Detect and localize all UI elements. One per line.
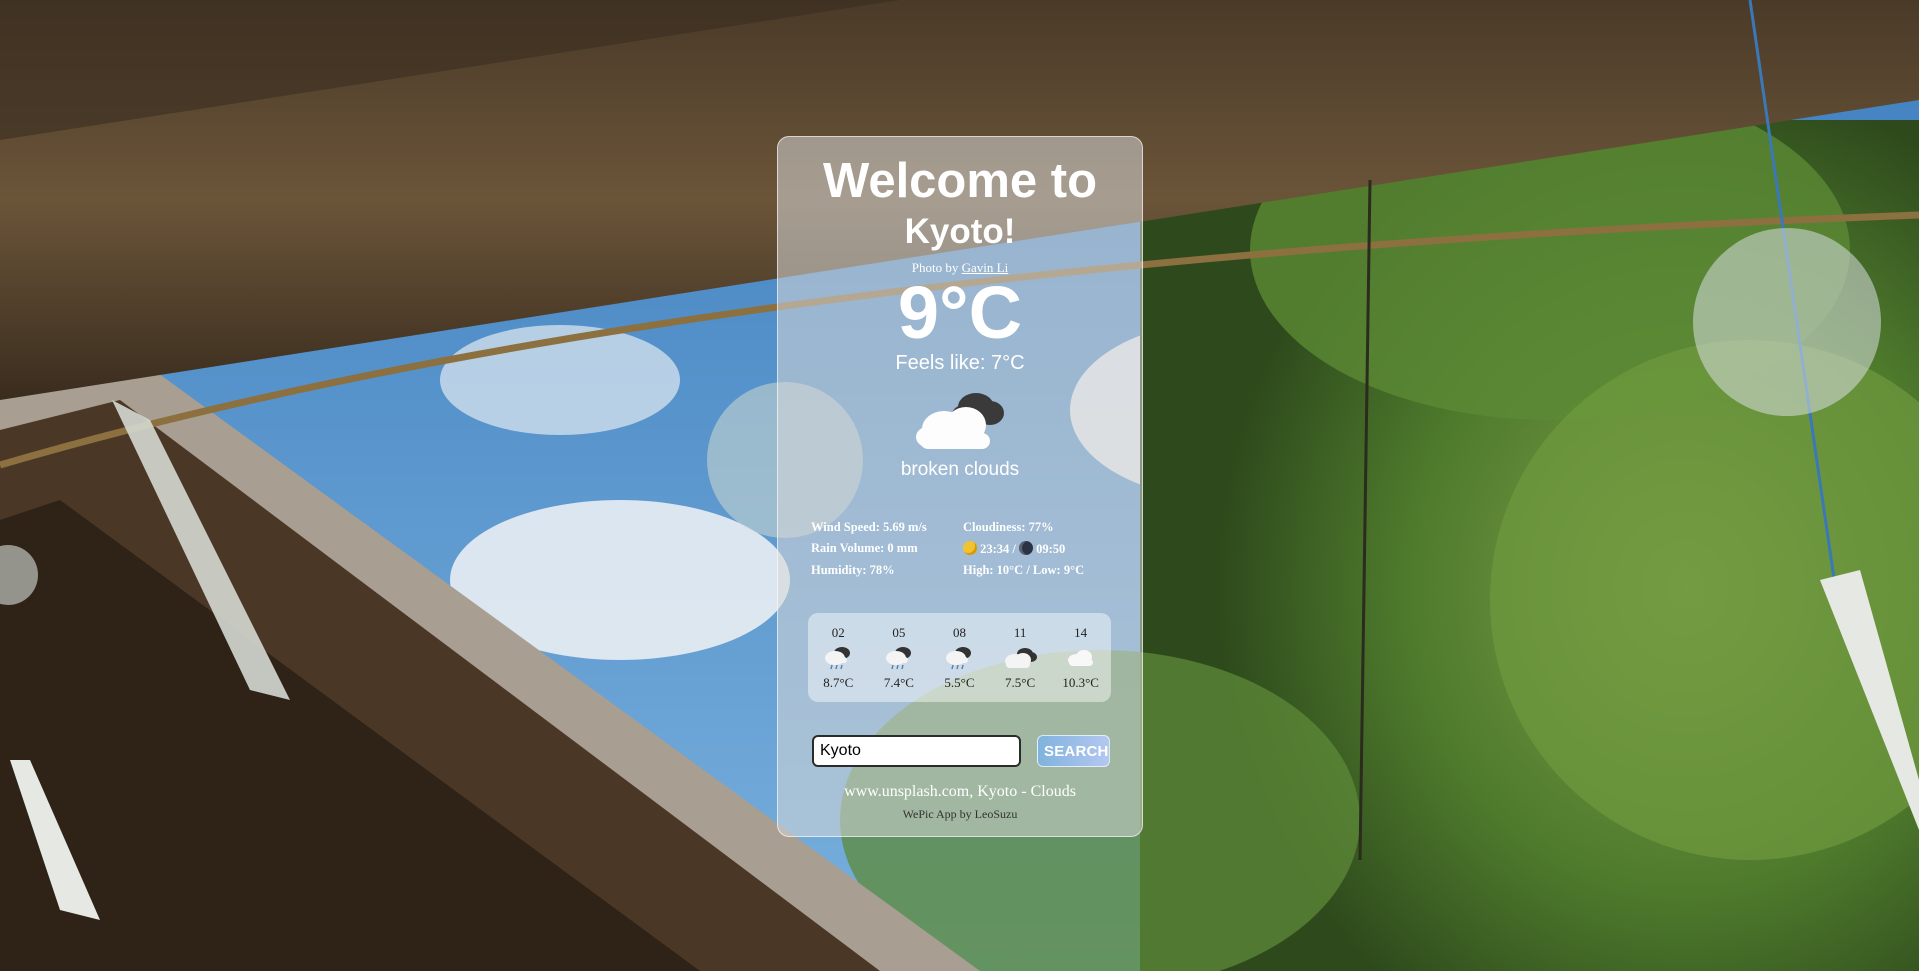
humidity: Humidity: 78% <box>811 563 895 577</box>
forecast-temp: 7.5°C <box>1005 674 1036 690</box>
sunrise-time: 23:34 / <box>980 542 1020 556</box>
rain-cloud-icon <box>823 641 853 675</box>
photo-source: www.unsplash.com, Kyoto - Clouds <box>844 783 1076 800</box>
rain-cloud-icon <box>884 641 914 675</box>
high-low: High: 10°C / Low: 9°C <box>963 563 1085 577</box>
app-credit: WePic App by LeoSuzu <box>902 807 1018 821</box>
forecast-hour: 05 <box>892 624 906 640</box>
current-temperature: 9°C <box>897 271 1023 354</box>
forecast-item: 02 8.7°C <box>810 625 866 691</box>
forecast-hour: 08 <box>952 624 966 640</box>
forecast-hour: 14 <box>1074 624 1088 640</box>
welcome-heading: Welcome to <box>822 154 1098 208</box>
moon-icon <box>1019 541 1034 555</box>
rain-cloud-icon <box>944 641 974 675</box>
forecast-temp: 8.7°C <box>823 674 854 690</box>
forecast-item: 14 10.3°C <box>1053 625 1109 691</box>
weather-description: broken clouds <box>900 459 1020 480</box>
forecast-temp: 10.3°C <box>1062 674 1099 690</box>
search-button[interactable]: SEARCH <box>1037 735 1110 767</box>
forecast-item: 11 7.5°C <box>992 625 1048 691</box>
sun-moon-times: 23:34 / 09:50 <box>963 541 1111 557</box>
sunset-time: 09:50 <box>1036 542 1066 556</box>
forecast-temp: 7.4°C <box>883 674 914 690</box>
city-search-input[interactable] <box>812 735 1021 767</box>
city-heading: Kyoto! <box>904 212 1016 251</box>
weather-details: Wind Speed: 5.69 m/s Cloudiness: 77% Rai… <box>811 520 1111 578</box>
forecast-temp: 5.5°C <box>944 674 975 690</box>
sun-icon <box>963 541 977 555</box>
rain-volume: Rain Volume: 0 mm <box>811 541 918 555</box>
cloud-icon <box>1065 641 1097 675</box>
forecast-hour: 02 <box>831 624 845 640</box>
forecast-hour: 11 <box>1013 624 1027 640</box>
broken-clouds-icon <box>1003 641 1038 675</box>
forecast-item: 08 5.5°C <box>931 625 987 691</box>
feels-like: Feels like: 7°C <box>895 352 1025 374</box>
hourly-forecast: 02 8.7°C 05 7.4°C 08 5.5°C 11 7.5°C 14 1… <box>808 613 1111 702</box>
broken-clouds-icon <box>778 385 1142 451</box>
wind-speed: Wind Speed: 5.69 m/s <box>811 520 927 534</box>
weather-card: Welcome to Kyoto! Photo by Gavin Li 9°C … <box>777 136 1143 837</box>
search-bar: SEARCH <box>812 735 1112 767</box>
forecast-item: 05 7.4°C <box>871 625 927 691</box>
cloudiness: Cloudiness: 77% <box>963 520 1054 534</box>
